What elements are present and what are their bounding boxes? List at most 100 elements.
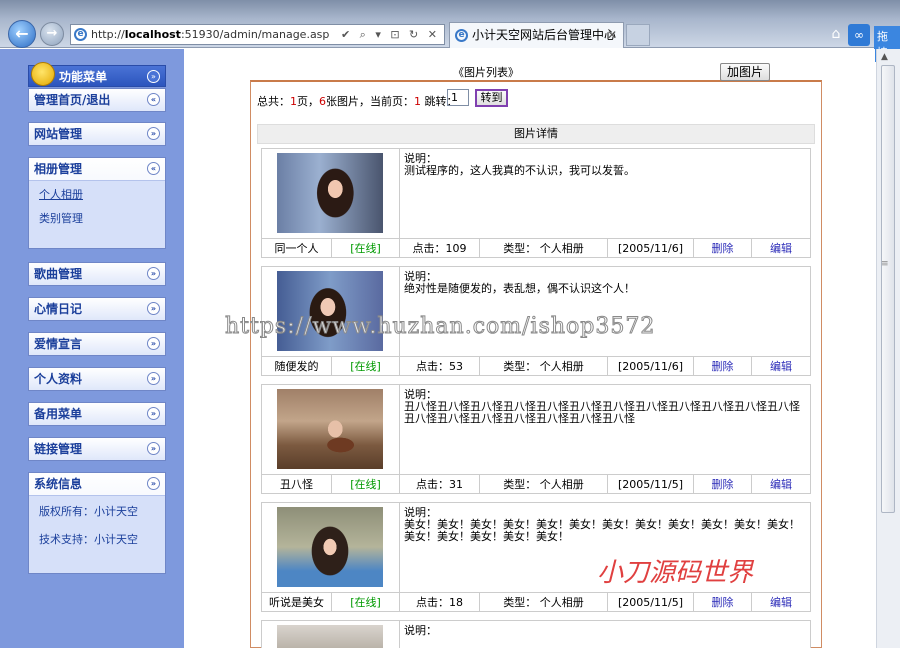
status-badge: [在线] bbox=[332, 357, 400, 376]
photo-title: 同一个人 bbox=[262, 239, 332, 258]
photo-thumbnail[interactable] bbox=[277, 389, 383, 469]
delete-link[interactable]: 删除 bbox=[694, 593, 752, 612]
photo-type: 类型： 个人相册 bbox=[480, 593, 608, 612]
expand-icon[interactable]: » bbox=[147, 407, 160, 420]
photo-meta-row: 同一个人 [在线] 点击：109 类型： 个人相册 [2005/11/6] 删除… bbox=[262, 238, 810, 258]
close-tab-icon[interactable]: ✕ bbox=[607, 23, 617, 47]
expand-icon[interactable]: » bbox=[147, 127, 160, 140]
tab-title: 小计天空网站后台管理中心 bbox=[472, 28, 617, 42]
edit-link[interactable]: 编辑 bbox=[752, 357, 810, 376]
edit-link[interactable]: 编辑 bbox=[752, 239, 810, 258]
menu-label: 备用菜单 bbox=[34, 407, 83, 421]
expand-icon[interactable]: » bbox=[147, 337, 160, 350]
sidebar-menu-diary[interactable]: 心情日记 » bbox=[28, 297, 166, 321]
photo-date: [2005/11/5] bbox=[608, 593, 694, 612]
photo-title: 丑八怪 bbox=[262, 475, 332, 494]
extension-icon[interactable]: ∞ bbox=[848, 24, 870, 46]
signature-text: 小刀源码世界 bbox=[597, 558, 754, 588]
address-tools-icon[interactable]: ✔ ⌕ ▾ ⊡ ↻ ✕ bbox=[341, 25, 440, 44]
home-icon[interactable]: ⌂ bbox=[828, 27, 844, 43]
click-count: 点击：53 bbox=[400, 357, 480, 376]
photo-date: [2005/11/6] bbox=[608, 357, 694, 376]
scroll-up-icon[interactable]: ▲ bbox=[881, 52, 888, 62]
status-badge: [在线] bbox=[332, 475, 400, 494]
status-badge: [在线] bbox=[332, 239, 400, 258]
click-count: 点击：18 bbox=[400, 593, 480, 612]
menu-label: 网站管理 bbox=[34, 127, 83, 141]
browser-tab[interactable]: e 小计天空网站后台管理中心 ✕ bbox=[449, 22, 624, 48]
back-arrow-icon[interactable]: ← bbox=[8, 20, 36, 48]
copyright-text: 版权所有：小计天空 bbox=[39, 505, 138, 518]
photo-meta-row: 听说是美女 [在线] 点击：18 类型： 个人相册 [2005/11/5] 删除… bbox=[262, 592, 810, 612]
menu-label: 心情日记 bbox=[34, 302, 83, 316]
photo-thumbnail[interactable] bbox=[277, 507, 383, 587]
sidebar-menu-album[interactable]: 相册管理 « 个人相册 类别管理 bbox=[28, 157, 166, 249]
collapse-icon[interactable]: « bbox=[147, 162, 160, 175]
scroll-grip-icon: ≡ bbox=[881, 259, 889, 269]
click-count: 点击：31 bbox=[400, 475, 480, 494]
delete-link[interactable]: 删除 bbox=[694, 475, 752, 494]
go-button[interactable]: 转到 bbox=[475, 89, 508, 107]
new-tab-button[interactable] bbox=[626, 24, 650, 46]
sidebar-menu-profile[interactable]: 个人资料 » bbox=[28, 367, 166, 391]
photo-type: 类型： 个人相册 bbox=[480, 475, 608, 494]
click-count: 点击：109 bbox=[400, 239, 480, 258]
list-title: 《图片列表》 bbox=[453, 66, 519, 79]
photo-type: 类型： 个人相册 bbox=[480, 357, 608, 376]
edit-link[interactable]: 编辑 bbox=[752, 475, 810, 494]
delete-link[interactable]: 删除 bbox=[694, 239, 752, 258]
photo-card: 说明： 丑八怪丑八怪丑八怪丑八怪丑八怪丑八怪丑八怪丑八怪丑八怪丑八怪丑八怪丑八怪丑… bbox=[261, 384, 811, 494]
edit-link[interactable]: 编辑 bbox=[752, 593, 810, 612]
sidebar-menu-site[interactable]: 网站管理 » bbox=[28, 122, 166, 146]
expand-icon[interactable]: » bbox=[147, 372, 160, 385]
vertical-scrollbar[interactable]: ▲ ≡ bbox=[876, 49, 900, 648]
photo-card: 说明： 测试程序的，这人我真的不认识，我可以发誓。 同一个人 [在线] 点击：10… bbox=[261, 148, 811, 258]
photo-meta-row: 丑八怪 [在线] 点击：31 类型： 个人相册 [2005/11/5] 删除 编… bbox=[262, 474, 810, 494]
sidebar-menu-system[interactable]: 系统信息 » 版权所有：小计天空 技术支持：小计天空 bbox=[28, 472, 166, 574]
menu-label: 歌曲管理 bbox=[34, 267, 83, 281]
address-url: http://localhost:51930/admin/manage.asp bbox=[91, 28, 330, 41]
photo-date: [2005/11/6] bbox=[608, 239, 694, 258]
sidebar-menu-links[interactable]: 链接管理 » bbox=[28, 437, 166, 461]
support-text: 技术支持：小计天空 bbox=[39, 533, 138, 546]
detail-header: 图片详情 bbox=[257, 124, 815, 144]
photo-card: 说明： bbox=[261, 620, 811, 648]
menu-label: 链接管理 bbox=[34, 442, 83, 456]
photo-thumbnail[interactable] bbox=[277, 153, 383, 233]
scrollbar-thumb[interactable] bbox=[881, 65, 895, 513]
photo-thumbnail[interactable] bbox=[277, 625, 383, 648]
sidebar-menu-home[interactable]: 管理首页/退出 « bbox=[28, 88, 166, 112]
photo-thumbnail[interactable] bbox=[277, 271, 383, 351]
add-photo-button[interactable]: 加图片 bbox=[720, 63, 770, 81]
browser-toolbar: ← → e http://localhost:51930/admin/manag… bbox=[0, 0, 900, 62]
photo-description: 说明： 丑八怪丑八怪丑八怪丑八怪丑八怪丑八怪丑八怪丑八怪丑八怪丑八怪丑八怪丑八怪丑… bbox=[404, 388, 800, 425]
sidebar-item-category[interactable]: 类别管理 bbox=[39, 209, 165, 233]
photo-type: 类型： 个人相册 bbox=[480, 239, 608, 258]
expand-icon[interactable]: » bbox=[147, 267, 160, 280]
sidebar-menu-songs[interactable]: 歌曲管理 » bbox=[28, 262, 166, 286]
sidebar-menu-love[interactable]: 爱情宣言 » bbox=[28, 332, 166, 356]
address-bar[interactable]: e http://localhost:51930/admin/manage.as… bbox=[70, 24, 445, 45]
page-number-input[interactable]: 1 bbox=[447, 89, 469, 106]
menu-label: 管理首页/退出 bbox=[34, 93, 111, 107]
forward-arrow-icon[interactable]: → bbox=[40, 22, 64, 46]
sidebar-menu-spare[interactable]: 备用菜单 » bbox=[28, 402, 166, 426]
photo-description: 说明： 绝对性是随便发的，表乱想，偶不认识这个人！ bbox=[404, 270, 635, 295]
delete-link[interactable]: 删除 bbox=[694, 357, 752, 376]
expand-icon[interactable]: » bbox=[147, 477, 160, 490]
expand-icon[interactable]: » bbox=[147, 442, 160, 455]
pagination-stats: 总共：1页，6张图片，当前页：1 跳转： bbox=[257, 95, 458, 108]
expand-icon[interactable]: » bbox=[147, 302, 160, 315]
sidebar-header[interactable]: 功能菜单 » bbox=[28, 62, 166, 87]
ie-logo-icon: e bbox=[455, 29, 468, 42]
photo-date: [2005/11/5] bbox=[608, 475, 694, 494]
photo-title: 听说是美女 bbox=[262, 593, 332, 612]
photo-description: 说明： 测试程序的，这人我真的不认识，我可以发誓。 bbox=[404, 152, 635, 177]
sidebar-item-personal-album[interactable]: 个人相册 bbox=[39, 185, 165, 209]
collapse-icon[interactable]: » bbox=[147, 70, 160, 83]
menu-label: 爱情宣言 bbox=[34, 337, 83, 351]
collapse-icon[interactable]: « bbox=[147, 93, 160, 106]
menu-label: 个人资料 bbox=[34, 372, 83, 386]
watermark-text: https://www.huzhan.com/ishop3572 bbox=[224, 314, 656, 340]
status-badge: [在线] bbox=[332, 593, 400, 612]
